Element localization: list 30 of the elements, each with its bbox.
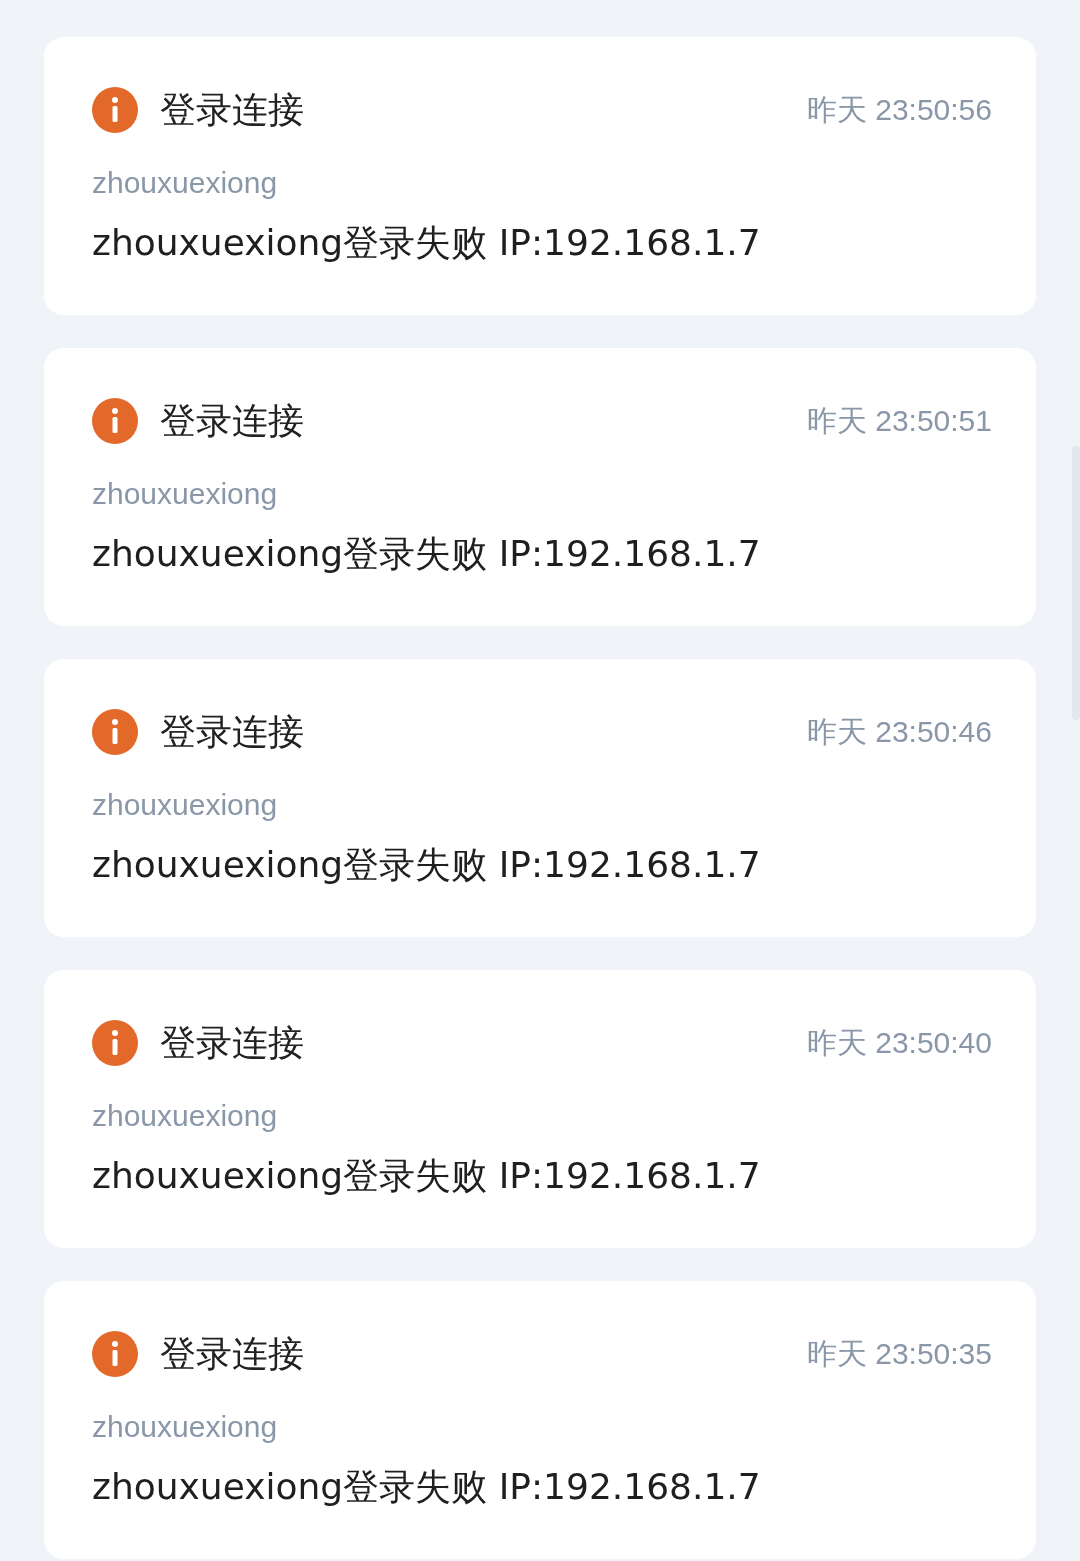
info-icon <box>92 1331 138 1377</box>
notification-time: 昨天 23:50:56 <box>806 92 992 128</box>
username: zhouxuexiong <box>92 1409 278 1445</box>
notification-title: 登录连接 <box>160 399 304 443</box>
notification-time: 昨天 23:50:51 <box>806 403 992 439</box>
username: zhouxuexiong <box>92 165 278 201</box>
username: zhouxuexiong <box>92 476 278 512</box>
notification-message: zhouxuexiong登录失败 IP:192.168.1.7 <box>92 221 761 265</box>
notification-card[interactable]: 登录连接 昨天 23:50:56 zhouxuexiong zhouxuexiong登录失败 IP:192.168.1.7 <box>44 37 1036 315</box>
username: zhouxuexiong <box>92 787 278 823</box>
notification-title: 登录连接 <box>160 1021 304 1065</box>
notification-title: 登录连接 <box>160 88 304 132</box>
notification-card[interactable]: 登录连接 昨天 23:50:40 zhouxuexiong zhouxuexiong登录失败 IP:192.168.1.7 <box>44 970 1036 1248</box>
notification-time: 昨天 23:50:35 <box>806 1336 992 1372</box>
username: zhouxuexiong <box>92 1098 278 1134</box>
notification-message: zhouxuexiong登录失败 IP:192.168.1.7 <box>92 1154 761 1198</box>
notification-message: zhouxuexiong登录失败 IP:192.168.1.7 <box>92 1465 761 1509</box>
info-icon <box>92 87 138 133</box>
notification-card[interactable]: 登录连接 昨天 23:50:35 zhouxuexiong zhouxuexiong登录失败 IP:192.168.1.7 <box>44 1281 1036 1559</box>
info-icon <box>92 1020 138 1066</box>
notification-message: zhouxuexiong登录失败 IP:192.168.1.7 <box>92 532 761 576</box>
notification-card[interactable]: 登录连接 昨天 23:50:51 zhouxuexiong zhouxuexiong登录失败 IP:192.168.1.7 <box>44 348 1036 626</box>
notification-title: 登录连接 <box>160 710 304 754</box>
notification-title: 登录连接 <box>160 1332 304 1376</box>
notification-time: 昨天 23:50:40 <box>806 1025 992 1061</box>
notification-message: zhouxuexiong登录失败 IP:192.168.1.7 <box>92 843 761 887</box>
info-icon <box>92 398 138 444</box>
info-icon <box>92 709 138 755</box>
notification-card[interactable]: 登录连接 昨天 23:50:46 zhouxuexiong zhouxuexiong登录失败 IP:192.168.1.7 <box>44 659 1036 937</box>
notification-time: 昨天 23:50:46 <box>806 714 992 750</box>
